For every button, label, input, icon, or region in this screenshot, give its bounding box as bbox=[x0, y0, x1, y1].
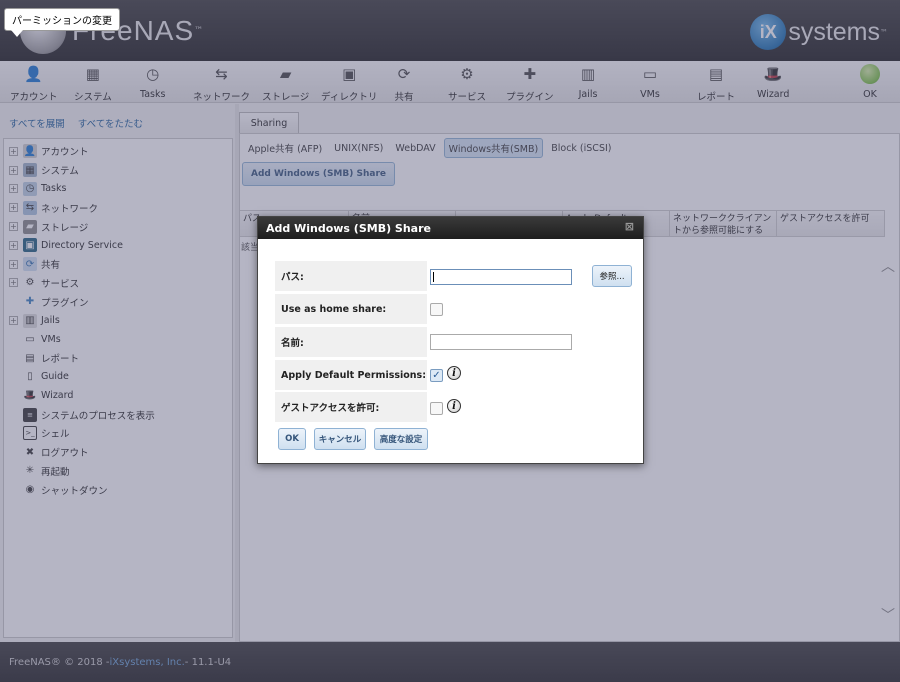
info-icon[interactable]: i bbox=[447, 366, 461, 380]
dialog-title: Add Windows (SMB) Share ⊠ bbox=[258, 217, 643, 239]
dialog-title-text: Add Windows (SMB) Share bbox=[266, 221, 431, 235]
path-input[interactable] bbox=[430, 269, 572, 285]
apply-permissions-label: Apply Default Permissions: bbox=[275, 360, 427, 390]
info-icon[interactable]: i bbox=[447, 399, 461, 413]
name-input[interactable] bbox=[430, 334, 572, 350]
browse-button[interactable]: 参照... bbox=[592, 265, 632, 287]
advanced-settings-button[interactable]: 高度な設定 bbox=[374, 428, 428, 450]
guest-access-checkbox[interactable] bbox=[430, 402, 443, 415]
cancel-button[interactable]: キャンセル bbox=[314, 428, 366, 450]
path-label: パス: bbox=[275, 261, 427, 291]
name-label: 名前: bbox=[275, 327, 427, 357]
close-icon[interactable]: ⊠ bbox=[625, 220, 634, 233]
add-smb-share-dialog: Add Windows (SMB) Share ⊠ パス: 参照... Use … bbox=[257, 216, 644, 464]
tooltip-change-permissions: パーミッションの変更 bbox=[4, 8, 120, 37]
guest-access-label: ゲストアクセスを許可: bbox=[275, 392, 427, 422]
ok-button[interactable]: OK bbox=[278, 428, 306, 450]
text-caret bbox=[433, 272, 434, 282]
home-share-label: Use as home share: bbox=[275, 294, 427, 324]
home-share-checkbox[interactable] bbox=[430, 303, 443, 316]
apply-permissions-checkbox[interactable]: ✓ bbox=[430, 369, 443, 382]
